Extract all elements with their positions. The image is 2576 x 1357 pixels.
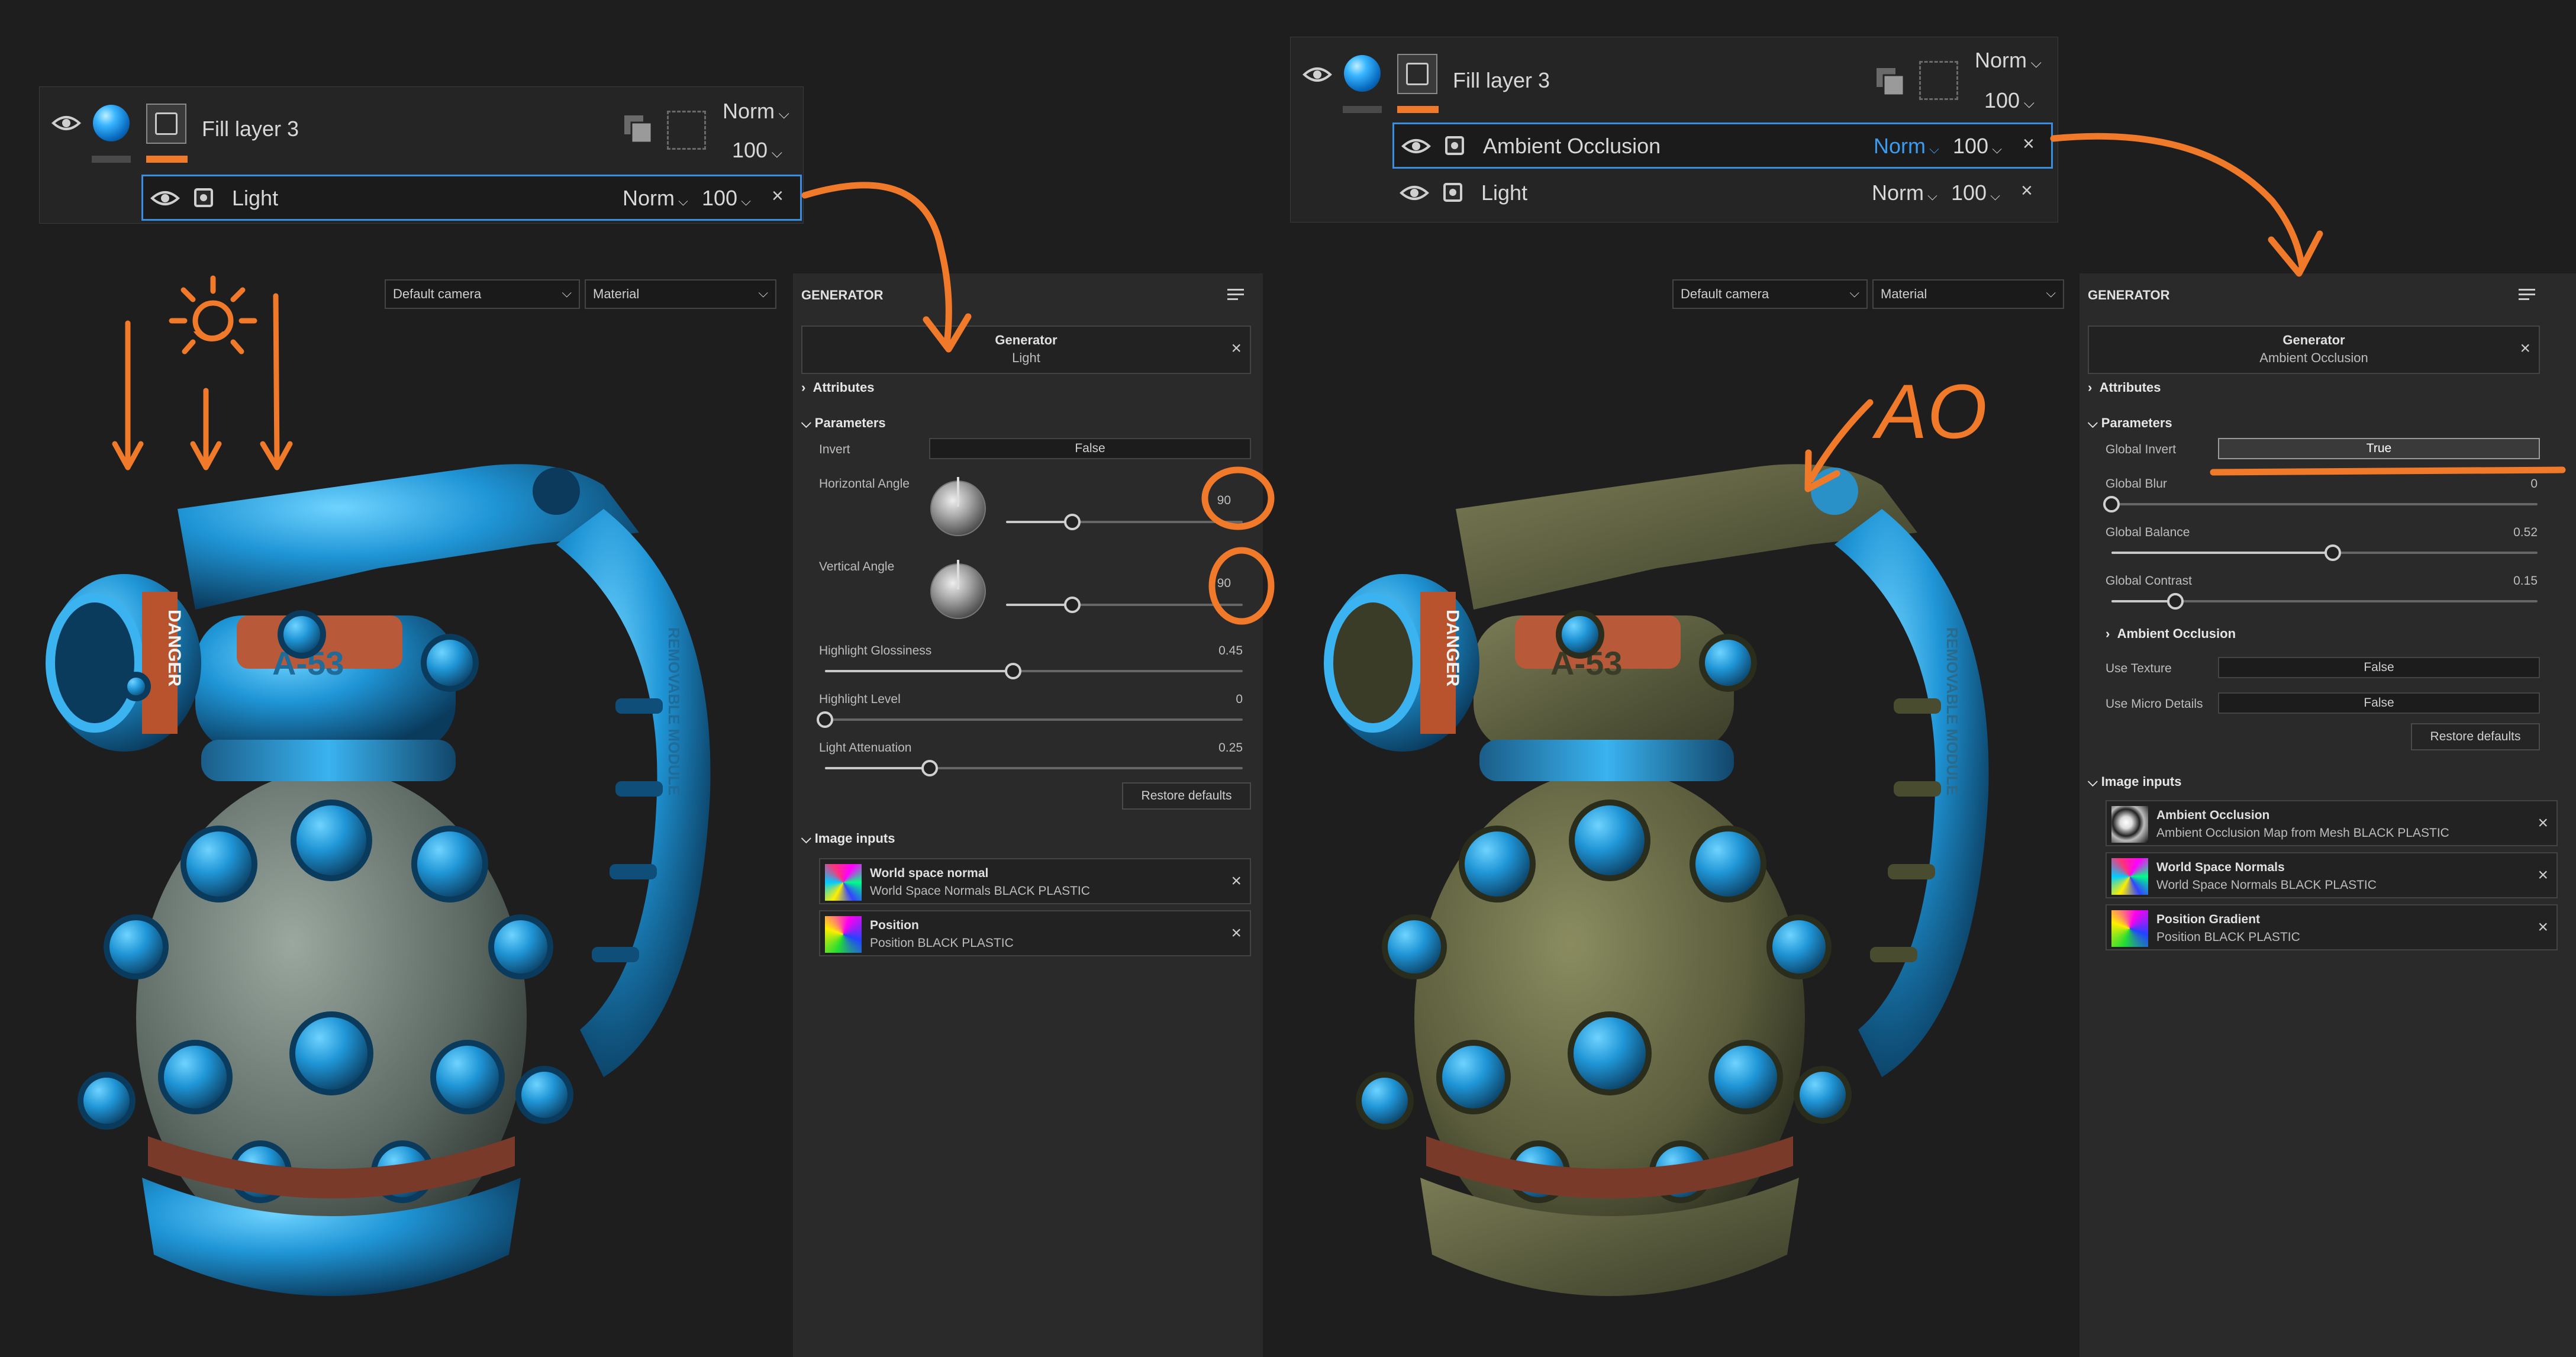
ao-annotation-text: AO bbox=[1872, 368, 1987, 455]
highlight-circle bbox=[1208, 547, 1275, 625]
underline-annotation bbox=[2210, 466, 2566, 476]
annotation-overlay: AO bbox=[801, 133, 2566, 625]
arrow-annotation bbox=[2050, 133, 2306, 270]
arrow-annotation bbox=[1807, 399, 1874, 483]
highlight-circle bbox=[1201, 466, 1275, 530]
